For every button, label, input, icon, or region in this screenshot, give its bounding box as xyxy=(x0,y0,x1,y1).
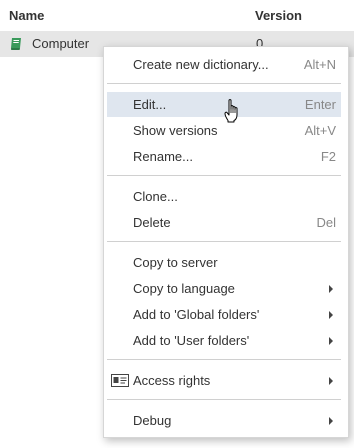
menu-item-label: Add to 'Global folders' xyxy=(133,307,260,322)
menu-item-copy-to-server[interactable]: Copy to server xyxy=(107,250,341,275)
menu-item-add-user-folders[interactable]: Add to 'User folders' xyxy=(107,328,341,353)
menu-item-clone[interactable]: Clone... xyxy=(107,184,341,209)
submenu-arrow-icon xyxy=(329,311,333,319)
submenu-arrow-icon xyxy=(329,417,333,425)
menu-item-label: Show versions xyxy=(133,123,218,138)
column-header-name[interactable]: Name xyxy=(9,8,44,23)
menu-item-label: Clone... xyxy=(133,189,178,204)
menu-item-label: Rename... xyxy=(133,149,193,164)
menu-item-copy-to-language[interactable]: Copy to language xyxy=(107,276,341,301)
menu-item-access-rights[interactable]: Access rights xyxy=(107,368,341,393)
menu-separator xyxy=(107,175,341,176)
menu-item-label: Edit... xyxy=(133,97,167,112)
menu-item-create-dictionary[interactable]: Create new dictionary... Alt+N xyxy=(107,52,341,77)
menu-item-shortcut: F2 xyxy=(320,149,336,164)
menu-separator xyxy=(107,399,341,400)
menu-separator xyxy=(107,83,341,84)
menu-item-add-global-folders[interactable]: Add to 'Global folders' xyxy=(107,302,341,327)
menu-item-label: Add to 'User folders' xyxy=(133,333,250,348)
menu-item-shortcut: Enter xyxy=(304,97,336,112)
menu-item-debug[interactable]: Debug xyxy=(107,408,341,433)
id-card-icon xyxy=(111,374,129,387)
menu-item-label: Create new dictionary... xyxy=(133,57,269,72)
submenu-arrow-icon xyxy=(329,285,333,293)
menu-separator xyxy=(107,241,341,242)
menu-item-label: Access rights xyxy=(133,373,211,388)
menu-item-shortcut: Alt+N xyxy=(303,57,336,72)
book-icon xyxy=(11,38,21,50)
hand-cursor-icon xyxy=(224,99,238,123)
menu-item-shortcut: Alt+V xyxy=(304,123,336,138)
menu-item-label: Debug xyxy=(133,413,172,428)
menu-item-label: Copy to language xyxy=(133,281,235,296)
menu-item-label: Delete xyxy=(133,215,171,230)
screen: Name Version Computer 0 Create new dicti… xyxy=(0,0,354,448)
submenu-arrow-icon xyxy=(329,377,333,385)
menu-item-shortcut: Del xyxy=(316,215,336,230)
menu-item-delete[interactable]: Delete Del xyxy=(107,210,341,235)
row-name: Computer xyxy=(32,36,90,51)
table-header: Name Version xyxy=(0,0,354,30)
menu-separator xyxy=(107,359,341,360)
column-header-version[interactable]: Version xyxy=(255,8,302,23)
menu-item-label: Copy to server xyxy=(133,255,218,270)
menu-item-rename[interactable]: Rename... F2 xyxy=(107,144,341,169)
submenu-arrow-icon xyxy=(329,337,333,345)
